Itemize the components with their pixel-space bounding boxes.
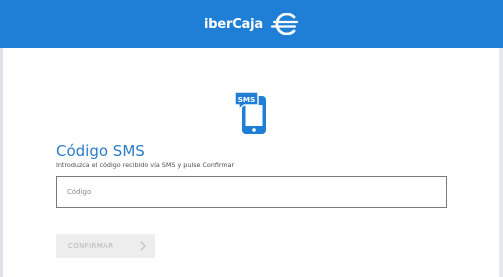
instruction-text: Introduzca el código recibido vía SMS y … xyxy=(56,161,235,169)
sms-code-input[interactable] xyxy=(56,176,447,208)
login-sms-screen: iberCaja SMS Código SMS Introduzca el có… xyxy=(0,0,503,277)
top-header-bar: iberCaja xyxy=(0,0,503,48)
brand-name: iberCaja xyxy=(204,16,263,32)
confirm-button-label: CONFIRMAR xyxy=(68,242,114,250)
sms-verification-panel: SMS Código SMS Introduzca el código reci… xyxy=(0,48,503,277)
confirm-button[interactable]: CONFIRMAR xyxy=(56,234,155,258)
sms-badge-text: SMS xyxy=(238,95,256,104)
ibercaja-logo: iberCaja xyxy=(204,12,298,36)
ibercaja-logo-mark-icon xyxy=(270,13,298,35)
chevron-right-icon xyxy=(140,241,146,251)
sms-phone-icon: SMS xyxy=(234,91,266,134)
page-title: Código SMS xyxy=(56,142,145,160)
